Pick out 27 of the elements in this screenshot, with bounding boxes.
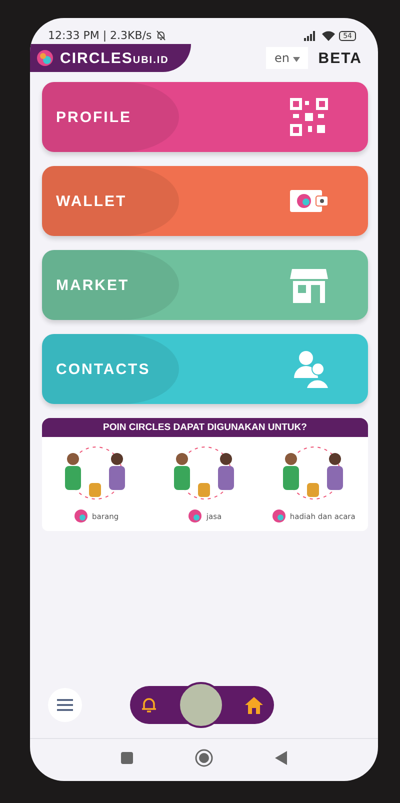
home-icon[interactable]: [245, 696, 264, 714]
wifi-icon: [322, 30, 336, 40]
promo-title: POIN CIRCLES DAPAT DIGUNAKAN UNTUK?: [42, 418, 368, 437]
logo-icon: [74, 509, 88, 523]
back-button[interactable]: [275, 751, 287, 765]
menu-card[interactable]: WALLET: [42, 166, 368, 236]
storefront-icon: [290, 267, 328, 303]
muted-bell-icon: [156, 30, 166, 41]
recents-button[interactable]: [121, 752, 133, 764]
contacts-icon: [294, 350, 328, 388]
menu-button[interactable]: [48, 688, 82, 722]
home-button[interactable]: [195, 749, 213, 767]
logo-icon: [188, 509, 202, 523]
menu-icon: [57, 699, 73, 711]
menu-card[interactable]: MARKET: [42, 250, 368, 320]
notification-bell-icon[interactable]: [140, 696, 157, 714]
qr-code-icon: [290, 98, 328, 136]
wallet-icon: [290, 188, 328, 214]
menu-card[interactable]: CONTACTS: [42, 334, 368, 404]
status-time: 12:33 PM | 2.3KB/s: [48, 29, 152, 42]
language-dropdown[interactable]: en: [266, 47, 308, 69]
caret-icon: [293, 57, 300, 62]
menu-card[interactable]: PROFILE: [42, 82, 368, 152]
beta-label: BETA: [318, 50, 362, 66]
logo-icon: [272, 509, 286, 523]
logo-text: CIRCLESUBI.ID: [60, 50, 169, 66]
logo-icon: [36, 49, 54, 67]
